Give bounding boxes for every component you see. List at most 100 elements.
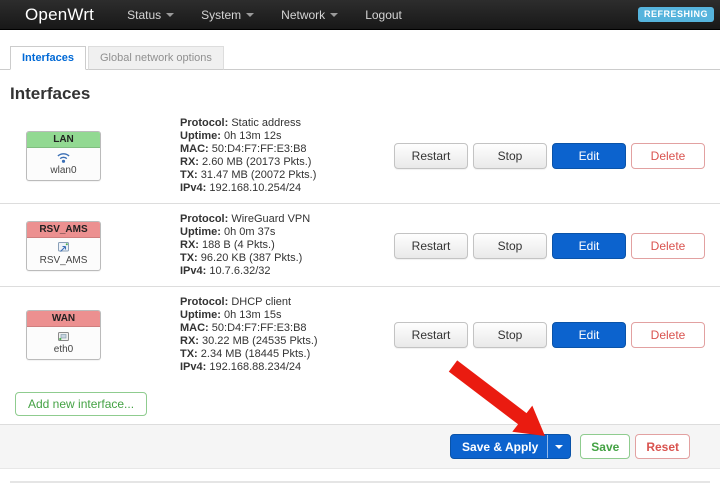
detail-protocol: Protocol: DHCP client — [180, 296, 394, 309]
interface-actions: Restart Stop Edit Delete — [394, 143, 705, 169]
menu-system[interactable]: System — [201, 8, 254, 22]
interface-row-wan: WAN eth0 Protocol: DHCP client Uptime: 0… — [0, 286, 720, 382]
main-menu: Status System Network Logout — [127, 8, 402, 22]
menu-logout[interactable]: Logout — [365, 8, 402, 22]
interface-device-label: RSV_AMS — [27, 255, 100, 266]
menu-network[interactable]: Network — [281, 8, 338, 22]
tunnel-icon — [27, 241, 100, 254]
interface-device-label: eth0 — [27, 344, 100, 355]
delete-button[interactable]: Delete — [631, 322, 705, 348]
detail-protocol: Protocol: Static address — [180, 117, 394, 130]
detail-ipv4: IPv4: 192.168.88.234/24 — [180, 361, 394, 374]
save-apply-button[interactable]: Save & Apply — [450, 434, 571, 459]
detail-protocol: Protocol: WireGuard VPN — [180, 213, 394, 226]
menu-status-label: Status — [127, 8, 161, 22]
top-navbar: OpenWrt Status System Network Logout REF… — [0, 0, 720, 30]
detail-value: 30.22 MB (24535 Pkts.) — [202, 335, 318, 347]
detail-label: Uptime: — [180, 130, 221, 142]
save-apply-dropdown-toggle[interactable] — [547, 435, 570, 458]
interface-box-wan: WAN eth0 — [26, 310, 101, 360]
save-apply-label[interactable]: Save & Apply — [451, 435, 547, 458]
detail-uptime: Uptime: 0h 13m 15s — [180, 309, 394, 322]
chevron-down-icon — [166, 13, 174, 17]
openwrt-logo: OpenWrt — [25, 5, 94, 25]
interface-details: Protocol: WireGuard VPN Uptime: 0h 0m 37… — [180, 213, 394, 278]
add-new-interface-button[interactable]: Add new interface... — [15, 392, 147, 416]
detail-uptime: Uptime: 0h 13m 12s — [180, 130, 394, 143]
detail-ipv4: IPv4: 192.168.10.254/24 — [180, 182, 394, 195]
detail-label: MAC: — [180, 143, 209, 155]
detail-value: 31.47 MB (20072 Pkts.) — [201, 169, 317, 181]
detail-value: 192.168.10.254/24 — [209, 182, 301, 194]
detail-value: 0h 0m 37s — [224, 226, 275, 238]
interface-actions: Restart Stop Edit Delete — [394, 322, 705, 348]
tab-bar: Interfaces Global network options — [0, 46, 720, 70]
detail-value: 188 B (4 Pkts.) — [202, 239, 275, 251]
detail-label: IPv4: — [180, 265, 206, 277]
tab-interfaces[interactable]: Interfaces — [10, 46, 86, 70]
bottom-divider — [10, 481, 710, 483]
detail-value: 192.168.88.234/24 — [209, 361, 301, 373]
detail-label: TX: — [180, 348, 198, 360]
page-actions-bar: Save & Apply Save Reset — [0, 424, 720, 469]
detail-rx: RX: 30.22 MB (24535 Pkts.) — [180, 335, 394, 348]
detail-label: RX: — [180, 239, 199, 251]
restart-button[interactable]: Restart — [394, 322, 468, 348]
detail-tx: TX: 31.47 MB (20072 Pkts.) — [180, 169, 394, 182]
detail-value: 50:D4:F7:FF:E3:B8 — [212, 322, 307, 334]
detail-value: 50:D4:F7:FF:E3:B8 — [212, 143, 307, 155]
interface-box-rsv-ams: RSV_AMS RSV_AMS — [26, 221, 101, 271]
restart-button[interactable]: Restart — [394, 233, 468, 259]
menu-network-label: Network — [281, 8, 325, 22]
delete-button[interactable]: Delete — [631, 143, 705, 169]
detail-label: Uptime: — [180, 309, 221, 321]
detail-label: IPv4: — [180, 182, 206, 194]
interfaces-table: LAN wlan0 Protocol: Static address Uptim… — [0, 108, 720, 382]
detail-label: TX: — [180, 252, 198, 264]
detail-tx: TX: 96.20 KB (387 Pkts.) — [180, 252, 394, 265]
tab-global-network-options[interactable]: Global network options — [88, 46, 224, 70]
refreshing-status-badge[interactable]: REFRESHING — [638, 7, 714, 22]
page-title: Interfaces — [10, 84, 720, 104]
edit-button[interactable]: Edit — [552, 322, 626, 348]
stop-button[interactable]: Stop — [473, 233, 547, 259]
detail-rx: RX: 188 B (4 Pkts.) — [180, 239, 394, 252]
interface-name-badge: LAN — [27, 132, 100, 148]
delete-button[interactable]: Delete — [631, 233, 705, 259]
wifi-icon — [27, 151, 100, 164]
detail-uptime: Uptime: 0h 0m 37s — [180, 226, 394, 239]
detail-rx: RX: 2.60 MB (20173 Pkts.) — [180, 156, 394, 169]
menu-system-label: System — [201, 8, 241, 22]
detail-label: Protocol: — [180, 296, 228, 308]
chevron-down-icon — [555, 445, 563, 449]
detail-label: Uptime: — [180, 226, 221, 238]
save-button[interactable]: Save — [580, 434, 630, 459]
chevron-down-icon — [246, 13, 254, 17]
interface-name-badge: RSV_AMS — [27, 222, 100, 238]
detail-value: 2.60 MB (20173 Pkts.) — [202, 156, 311, 168]
detail-tx: TX: 2.34 MB (18445 Pkts.) — [180, 348, 394, 361]
restart-button[interactable]: Restart — [394, 143, 468, 169]
edit-button[interactable]: Edit — [552, 143, 626, 169]
edit-button[interactable]: Edit — [552, 233, 626, 259]
detail-label: Protocol: — [180, 213, 228, 225]
detail-value: 10.7.6.32/32 — [209, 265, 270, 277]
interface-actions: Restart Stop Edit Delete — [394, 233, 705, 259]
detail-label: Protocol: — [180, 117, 228, 129]
detail-label: RX: — [180, 156, 199, 168]
detail-value: 96.20 KB (387 Pkts.) — [201, 252, 303, 264]
interface-device-label: wlan0 — [27, 165, 100, 176]
detail-value: Static address — [231, 117, 301, 129]
interface-row-lan: LAN wlan0 Protocol: Static address Uptim… — [0, 108, 720, 203]
ethernet-icon — [27, 330, 100, 343]
interface-details: Protocol: Static address Uptime: 0h 13m … — [180, 117, 394, 195]
interface-row-rsv-ams: RSV_AMS RSV_AMS Protocol: WireGuard VPN … — [0, 203, 720, 286]
reset-button[interactable]: Reset — [635, 434, 690, 459]
stop-button[interactable]: Stop — [473, 322, 547, 348]
detail-label: TX: — [180, 169, 198, 181]
detail-label: MAC: — [180, 322, 209, 334]
menu-status[interactable]: Status — [127, 8, 174, 22]
detail-ipv4: IPv4: 10.7.6.32/32 — [180, 265, 394, 278]
interface-box-lan: LAN wlan0 — [26, 131, 101, 181]
stop-button[interactable]: Stop — [473, 143, 547, 169]
